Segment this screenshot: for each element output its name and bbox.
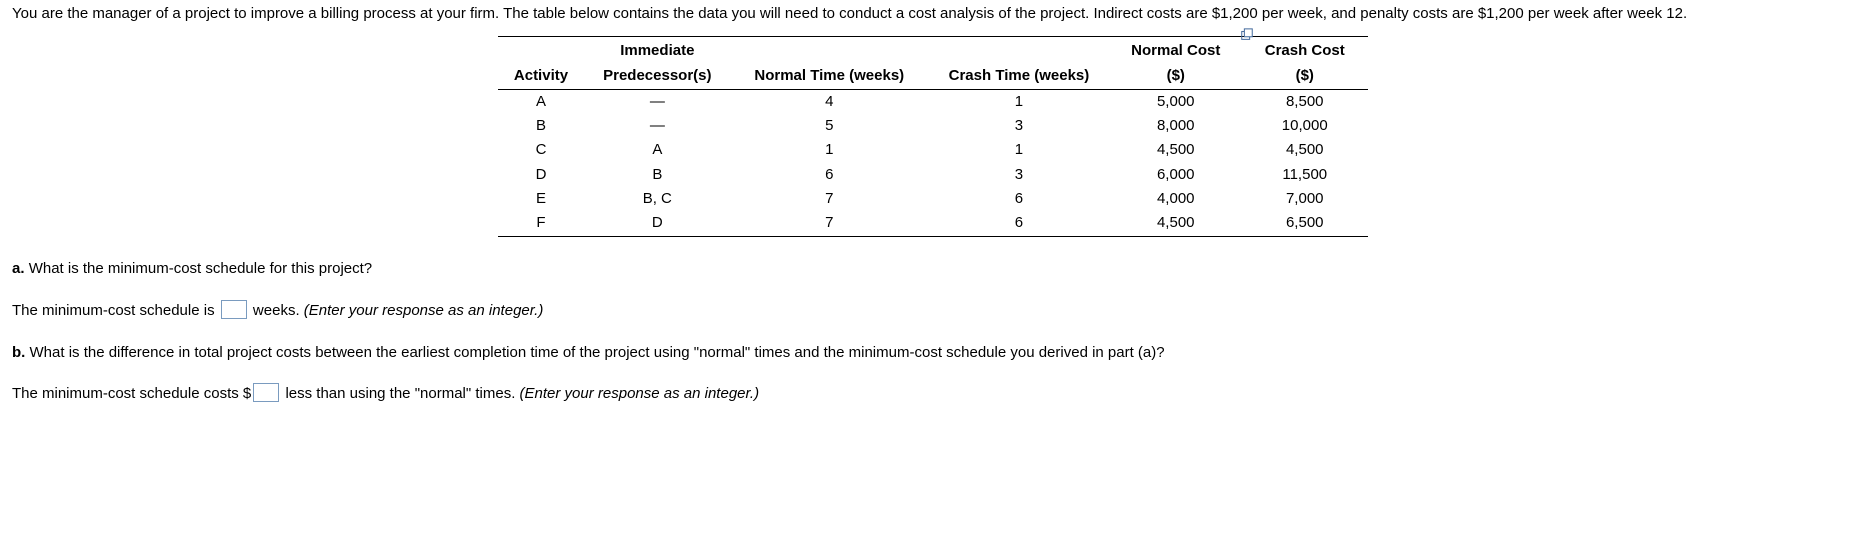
table-row: EB, C764,0007,000	[498, 187, 1368, 211]
b-pre: The minimum-cost schedule costs $	[12, 385, 251, 402]
hdr-pred-top: Immediate	[584, 37, 731, 64]
cell-pred: B	[584, 163, 731, 187]
cell-ct: 1	[928, 138, 1110, 162]
cell-pred: A	[584, 138, 731, 162]
answer-b-line: The minimum-cost schedule costs $ less t…	[12, 383, 1854, 404]
cell-pred: B, C	[584, 187, 731, 211]
cell-activity: B	[498, 114, 584, 138]
cell-nc: 4,500	[1110, 211, 1242, 237]
cell-nc: 8,000	[1110, 114, 1242, 138]
cell-nc: 4,000	[1110, 187, 1242, 211]
hdr-ct: Crash Time (weeks)	[928, 64, 1110, 90]
a-hint: (Enter your response as an integer.)	[304, 302, 544, 319]
cell-ct: 6	[928, 211, 1110, 237]
cell-nc: 6,000	[1110, 163, 1242, 187]
qb-label: b.	[12, 344, 25, 361]
qa-label: a.	[12, 260, 25, 277]
a-post: weeks.	[253, 302, 300, 319]
cell-ct: 3	[928, 163, 1110, 187]
hdr-cc-top: Crash Cost	[1242, 37, 1369, 64]
answer-b-input[interactable]	[253, 383, 279, 402]
hdr-cc-bot: ($)	[1242, 64, 1369, 90]
hdr-nt: Normal Time (weeks)	[731, 64, 928, 90]
cell-nt: 7	[731, 211, 928, 237]
a-pre: The minimum-cost schedule is	[12, 302, 215, 319]
table-body: A—415,0008,500B—538,00010,000CA114,5004,…	[498, 89, 1368, 237]
answer-a-input[interactable]	[221, 300, 247, 319]
question-b: b. What is the difference in total proje…	[12, 343, 1854, 363]
cell-cc: 7,000	[1242, 187, 1369, 211]
cell-nc: 4,500	[1110, 138, 1242, 162]
cell-pred: D	[584, 211, 731, 237]
table-wrapper: Immediate Normal Cost Crash Cost Activit…	[12, 36, 1854, 237]
cell-activity: D	[498, 163, 584, 187]
hdr-nc-top: Normal Cost	[1110, 37, 1242, 64]
table-row: A—415,0008,500	[498, 89, 1368, 114]
cell-activity: C	[498, 138, 584, 162]
hdr-activity: Activity	[498, 64, 584, 90]
cell-cc: 8,500	[1242, 89, 1369, 114]
cell-activity: A	[498, 89, 584, 114]
cell-ct: 1	[928, 89, 1110, 114]
cell-nt: 4	[731, 89, 928, 114]
table-row: B—538,00010,000	[498, 114, 1368, 138]
answer-a-line: The minimum-cost schedule is weeks. (Ent…	[12, 300, 1854, 321]
cell-nt: 6	[731, 163, 928, 187]
table-row: CA114,5004,500	[498, 138, 1368, 162]
b-hint: (Enter your response as an integer.)	[520, 385, 760, 402]
qa-text: What is the minimum-cost schedule for th…	[29, 260, 372, 277]
hdr-pred-bot: Predecessor(s)	[584, 64, 731, 90]
hdr-nc-bot: ($)	[1110, 64, 1242, 90]
cell-nt: 1	[731, 138, 928, 162]
table-row: FD764,5006,500	[498, 211, 1368, 237]
cell-pred: —	[584, 114, 731, 138]
cell-cc: 10,000	[1242, 114, 1369, 138]
popup-icon[interactable]	[1240, 28, 1254, 48]
cell-pred: —	[584, 89, 731, 114]
cell-nt: 5	[731, 114, 928, 138]
activity-table: Immediate Normal Cost Crash Cost Activit…	[498, 36, 1368, 237]
cell-cc: 6,500	[1242, 211, 1369, 237]
cell-activity: E	[498, 187, 584, 211]
cell-nt: 7	[731, 187, 928, 211]
cell-nc: 5,000	[1110, 89, 1242, 114]
cell-ct: 3	[928, 114, 1110, 138]
table-row: DB636,00011,500	[498, 163, 1368, 187]
cell-activity: F	[498, 211, 584, 237]
cell-cc: 4,500	[1242, 138, 1369, 162]
b-post: less than using the "normal" times.	[285, 385, 515, 402]
problem-intro: You are the manager of a project to impr…	[12, 4, 1854, 24]
qb-text: What is the difference in total project …	[30, 344, 1165, 361]
cell-ct: 6	[928, 187, 1110, 211]
question-a: a. What is the minimum-cost schedule for…	[12, 259, 1854, 279]
cell-cc: 11,500	[1242, 163, 1369, 187]
